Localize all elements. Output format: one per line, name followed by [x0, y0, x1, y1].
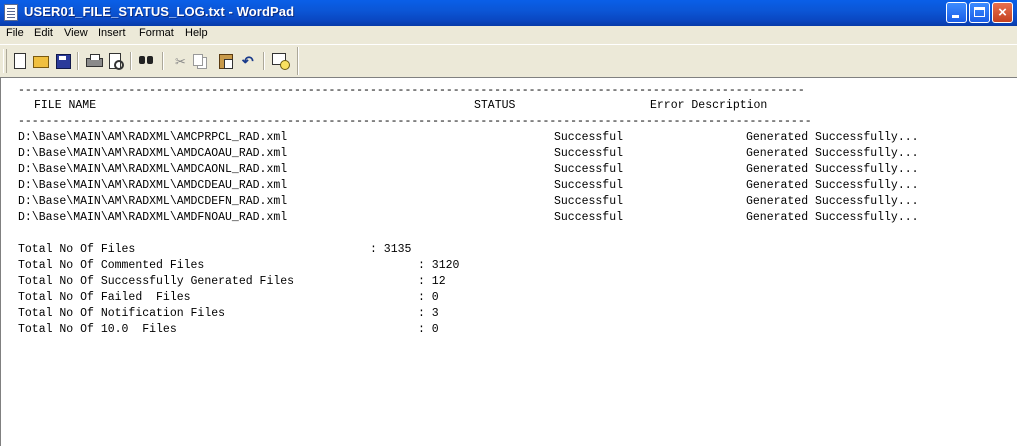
wordpad-document-icon[interactable]	[4, 4, 18, 21]
menu-bar: File Edit View Insert Format Help	[0, 26, 1017, 44]
row-status: Successful	[554, 163, 624, 176]
toolbar-separator	[263, 52, 265, 70]
total-label: Total No Of Successfully Generated Files	[18, 275, 295, 288]
document-area[interactable]: ----------------------------------------…	[0, 77, 1017, 446]
menu-edit[interactable]: Edit	[34, 27, 53, 39]
cut-icon[interactable]: ✂	[170, 52, 188, 70]
paste-icon[interactable]	[217, 52, 235, 70]
menu-file[interactable]: File	[6, 27, 24, 39]
print-icon[interactable]	[85, 52, 103, 70]
total-value: : 0	[418, 323, 439, 336]
row-file-path: D:\Base\MAIN\AM\RADXML\AMCPRPCL_RAD.xml	[18, 131, 288, 144]
open-icon[interactable]	[32, 52, 50, 70]
separator-line: ----------------------------------------…	[18, 84, 805, 97]
total-label: Total No Of Failed Files	[18, 291, 191, 304]
minimize-icon	[952, 15, 959, 18]
toolbar-separator	[162, 52, 164, 70]
close-button[interactable]: ×	[992, 2, 1013, 23]
total-value: : 12	[418, 275, 446, 288]
close-icon: ×	[998, 4, 1007, 21]
menu-format[interactable]: Format	[139, 27, 174, 39]
total-value: : 3120	[418, 259, 460, 272]
row-file-path: D:\Base\MAIN\AM\RADXML\AMDCDEFN_RAD.xml	[18, 195, 288, 208]
row-description: Generated Successfully...	[746, 211, 919, 224]
maximize-icon	[974, 7, 985, 17]
total-label: Total No Of Files	[18, 243, 136, 256]
menu-help[interactable]: Help	[185, 27, 208, 39]
title-bar[interactable]: USER01_FILE_STATUS_LOG.txt - WordPad ×	[0, 0, 1017, 26]
new-icon[interactable]	[11, 52, 29, 70]
row-status: Successful	[554, 195, 624, 208]
menu-insert[interactable]: Insert	[98, 27, 126, 39]
row-description: Generated Successfully...	[746, 131, 919, 144]
minimize-button[interactable]	[946, 2, 967, 23]
row-file-path: D:\Base\MAIN\AM\RADXML\AMDFNOAU_RAD.xml	[18, 211, 288, 224]
row-status: Successful	[554, 211, 624, 224]
copy-icon[interactable]	[191, 52, 209, 70]
maximize-button[interactable]	[969, 2, 990, 23]
total-label: Total No Of Notification Files	[18, 307, 226, 320]
header-status: STATUS	[474, 99, 516, 112]
row-status: Successful	[554, 147, 624, 160]
save-icon[interactable]	[54, 52, 72, 70]
row-status: Successful	[554, 131, 624, 144]
total-value: : 3	[418, 307, 439, 320]
total-label: Total No Of Commented Files	[18, 259, 205, 272]
undo-icon[interactable]: ↶	[240, 52, 258, 70]
row-description: Generated Successfully...	[746, 195, 919, 208]
toolbar: ✂ ↶	[0, 44, 1017, 77]
row-description: Generated Successfully...	[746, 147, 919, 160]
separator-line: ----------------------------------------…	[18, 115, 812, 128]
print-preview-icon[interactable]	[107, 52, 125, 70]
row-description: Generated Successfully...	[746, 179, 919, 192]
total-label: Total No Of 10.0 Files	[18, 323, 177, 336]
find-icon[interactable]	[138, 52, 156, 70]
date-time-icon[interactable]	[271, 52, 290, 70]
toolbar-separator	[130, 52, 132, 70]
total-value: : 3135	[370, 243, 412, 256]
row-file-path: D:\Base\MAIN\AM\RADXML\AMDCDEAU_RAD.xml	[18, 179, 288, 192]
header-file-name: FILE NAME	[34, 99, 97, 112]
toolbar-grip[interactable]	[3, 49, 7, 73]
row-file-path: D:\Base\MAIN\AM\RADXML\AMDCAONL_RAD.xml	[18, 163, 288, 176]
total-value: : 0	[418, 291, 439, 304]
header-error-description: Error Description	[650, 99, 768, 112]
toolbar-end	[297, 47, 299, 75]
window-title: USER01_FILE_STATUS_LOG.txt - WordPad	[24, 4, 295, 19]
row-status: Successful	[554, 179, 624, 192]
row-file-path: D:\Base\MAIN\AM\RADXML\AMDCAOAU_RAD.xml	[18, 147, 288, 160]
toolbar-separator	[77, 52, 79, 70]
row-description: Generated Successfully...	[746, 163, 919, 176]
menu-view[interactable]: View	[64, 27, 88, 39]
